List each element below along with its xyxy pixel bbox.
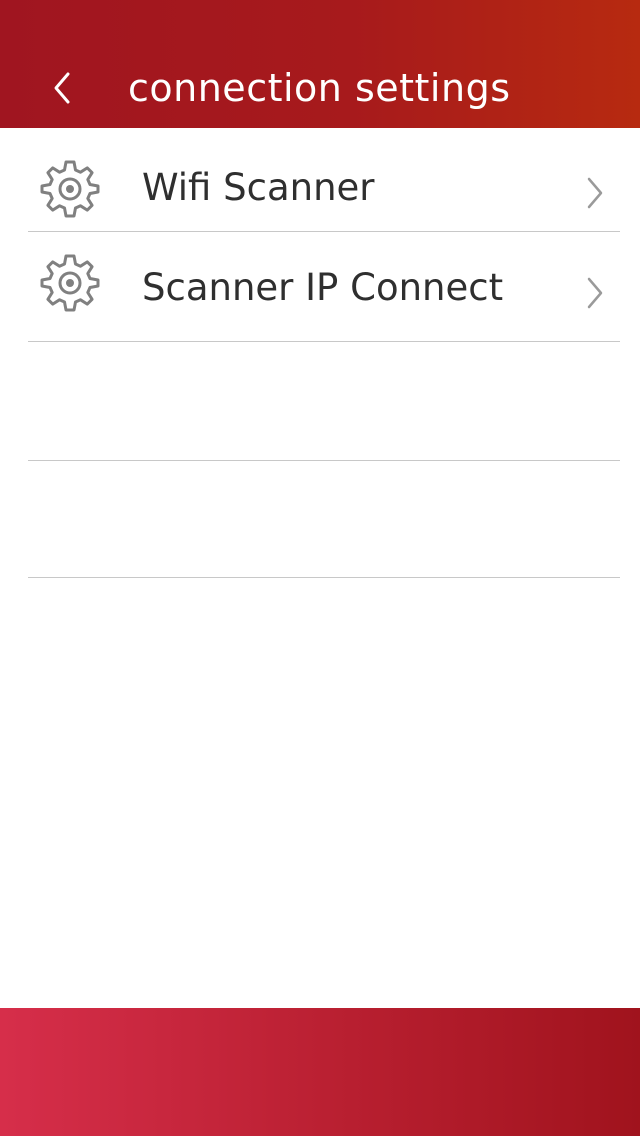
back-button[interactable] <box>38 60 86 116</box>
gear-icon <box>40 254 100 312</box>
empty-list-row <box>28 342 620 461</box>
settings-list: Wifi Scanner Scanner IP Connect <box>28 128 620 578</box>
chevron-left-icon <box>54 72 70 104</box>
list-item-scanner-ip-connect[interactable]: Scanner IP Connect <box>28 232 620 342</box>
app-screen: connection settings Wifi Scanner Scanner… <box>0 0 640 1136</box>
chevron-right-icon <box>587 177 603 209</box>
list-item-wifi-scanner[interactable]: Wifi Scanner <box>28 128 620 232</box>
list-item-label: Scanner IP Connect <box>142 266 504 309</box>
gear-icon <box>40 160 100 218</box>
list-item-label: Wifi Scanner <box>142 166 375 209</box>
chevron-right-icon <box>587 277 603 309</box>
empty-list-row <box>28 461 620 578</box>
footer-bar <box>0 1008 640 1136</box>
header-bar: connection settings <box>0 0 640 128</box>
page-title: connection settings <box>128 66 511 110</box>
